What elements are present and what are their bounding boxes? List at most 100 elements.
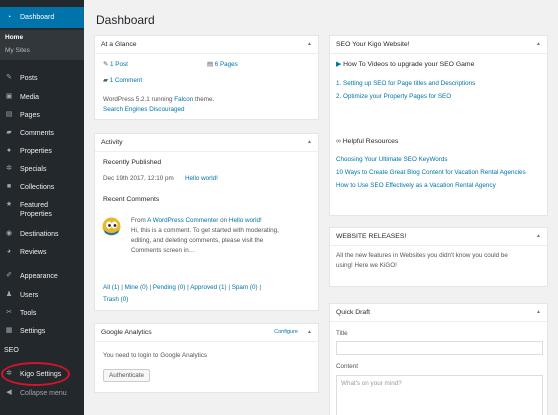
filter-trash-link[interactable]: Trash (0) [103,296,128,303]
sidebar-item-seo[interactable]: SEO [0,346,84,355]
comment-text-line: Comments screen in… [131,247,196,254]
resource-link[interactable]: Choosing Your Ultimate SEO KeyWords [336,156,448,163]
releases-text-line: All the new features in Websites you did… [336,252,508,259]
comment-filters: All (1) | Mine (0) | Pending (0) | Appro… [103,284,262,303]
pages-count-link[interactable]: ▤ 6 Pages [207,61,238,68]
resource-link[interactable]: How to Use SEO Effectively as a Vacation… [336,182,496,189]
sidebar-item-featured-properties[interactable]: ★ Featured Properties [0,201,84,219]
activity-widget: Activity ▲ Recently Published Dec 19th 20… [94,133,319,311]
seo-video-link[interactable]: 1. Setting up SEO for Page titles and De… [336,80,475,87]
star-icon: ★ [5,201,13,208]
sidebar-item-media[interactable]: ▣ Media [0,93,84,102]
filter-all-link[interactable]: All (1) [103,284,119,291]
users-icon: ♟ [5,291,13,298]
collapse-toggle-icon[interactable]: ▲ [536,41,541,47]
content-placeholder: What's on your mind? [341,380,402,387]
collapse-toggle-icon[interactable]: ▲ [307,139,312,145]
filter-spam-link[interactable]: Spam (0) [232,284,258,291]
draft-content-textarea[interactable]: What's on your mind? [336,375,543,415]
filter-pending-link[interactable]: Pending (0) [153,284,186,291]
folder-icon: ■ [6,183,12,190]
seo-video-link[interactable]: 2. Optimize your Property Pages for SEO [336,93,451,100]
videos-heading: ▶ How To Videos to upgrade your SEO Game [336,61,475,68]
submenu-home[interactable]: Home [5,34,23,41]
sidebar-item-pages[interactable]: ▤ Pages [0,111,84,120]
admin-sidebar: ◔ Dashboard Home My Sites ✎ Posts ▣ Medi… [0,0,84,415]
avatar [101,216,122,237]
collapse-toggle-icon[interactable]: ▲ [307,329,312,335]
website-releases-widget: WEBSITE RELEASES! ▲ All the new features … [329,227,548,287]
quick-draft-widget: Quick Draft ▲ Title Content What's on you… [329,303,548,415]
configure-link[interactable]: Configure [274,329,298,335]
publish-date: Dec 19th 2017, 12:10 pm [103,175,174,182]
posts-count-link[interactable]: ✎ 1 Post [103,61,128,68]
seo-widget: SEO Your Kigo Website! ▲ ▶ How To Videos … [329,35,548,216]
comment-attribution: From A WordPress Commenter on Hello worl… [131,217,262,224]
theme-link[interactable]: Falcon [174,96,193,103]
wp-version-text: WordPress 5.2.1 running Falcon theme. [103,96,215,103]
recent-comments-heading: Recent Comments [103,196,160,203]
sidebar-item-dashboard[interactable]: ◔ Dashboard [0,7,84,28]
filter-approved-link[interactable]: Approved (1) [190,284,226,291]
collapse-toggle-icon[interactable]: ▲ [536,309,541,315]
media-icon: ▣ [5,93,13,100]
comments-icon: ▰ [6,129,12,136]
search-engines-link[interactable]: Search Engines Discouraged [103,106,185,113]
widget-header[interactable]: Google Analytics Configure ▲ [95,324,318,342]
comment-text-line: editing, and deleting comments, please v… [131,237,264,244]
google-analytics-widget: Google Analytics Configure ▲ You need to l… [94,323,319,393]
page-title: Dashboard [96,13,155,27]
resources-heading: ∞ Helpful Resources [336,138,399,145]
title-label: Title [336,330,348,337]
video-icon: ▶ [336,61,342,68]
draft-title-input[interactable] [336,341,543,355]
sidebar-item-settings[interactable]: ▦ Settings [0,327,84,336]
content-label: Content [336,363,359,370]
widget-header[interactable]: WEBSITE RELEASES! ▲ [330,228,547,246]
sidebar-item-collections[interactable]: ■ Collections [0,183,84,192]
sidebar-item-destinations[interactable]: ◉ Destinations [0,230,84,239]
comments-icon: ▰ [103,77,108,84]
sidebar-item-users[interactable]: ♟ Users [0,291,84,300]
comment-post-link[interactable]: Hello world! [229,217,262,224]
comment-text-line: Hi, this is a comment. To get started wi… [131,227,279,234]
location-icon: ● [6,147,12,154]
authenticate-button[interactable]: Authenticate [103,369,151,382]
dashboard-icon: ◔ [6,13,12,21]
submenu-my-sites[interactable]: My Sites [5,47,30,54]
sidebar-item-specials[interactable]: ✲ Specials [0,165,84,174]
comment-author-link[interactable]: A WordPress Commenter [147,217,218,224]
reviews-icon: ◕ [6,248,12,255]
widget-header[interactable]: At a Glance ▲ [95,36,318,54]
resource-link[interactable]: 10 Ways to Create Great Blog Content for… [336,169,526,176]
sidebar-item-posts[interactable]: ✎ Posts [0,74,84,83]
published-post-link[interactable]: Hello world! [185,175,218,182]
analytics-message: You need to login to Google Analytics [103,352,208,359]
sidebar-item-properties[interactable]: ● Properties [0,147,84,156]
collapse-menu-button[interactable]: ◀ Collapse menu [0,389,84,398]
wrench-icon: ✂ [6,309,12,316]
filter-mine-link[interactable]: Mine (0) [125,284,148,291]
collapse-icon: ◀ [6,389,12,396]
pin-icon: ✎ [6,74,12,81]
globe-icon: ◉ [5,230,13,237]
highlight-circle [1,362,70,386]
comments-count-link[interactable]: ▰ 1 Comment [103,77,142,84]
pages-icon: ▤ [207,61,213,68]
recently-published-heading: Recently Published [103,159,162,166]
widget-header[interactable]: Activity ▲ [95,134,318,152]
pages-icon: ▤ [5,111,13,118]
widget-header[interactable]: Quick Draft ▲ [330,304,547,322]
widget-header[interactable]: SEO Your Kigo Website! ▲ [330,36,547,54]
sidebar-item-reviews[interactable]: ◕ Reviews [0,248,84,257]
releases-text-line: using! Here we KiGO! [336,262,397,269]
at-a-glance-widget: At a Glance ▲ ✎ 1 Post ▤ 6 Pages ▰ 1 Comm… [94,35,319,120]
sidebar-item-appearance[interactable]: ✐ Appearance [0,272,84,281]
sidebar-item-comments[interactable]: ▰ Comments [0,129,84,138]
collapse-toggle-icon[interactable]: ▲ [307,41,312,47]
settings-icon: ▦ [5,327,13,334]
sidebar-item-tools[interactable]: ✂ Tools [0,309,84,318]
collapse-toggle-icon[interactable]: ▲ [536,233,541,239]
link-icon: ∞ [336,138,341,145]
brush-icon: ✐ [6,272,12,279]
